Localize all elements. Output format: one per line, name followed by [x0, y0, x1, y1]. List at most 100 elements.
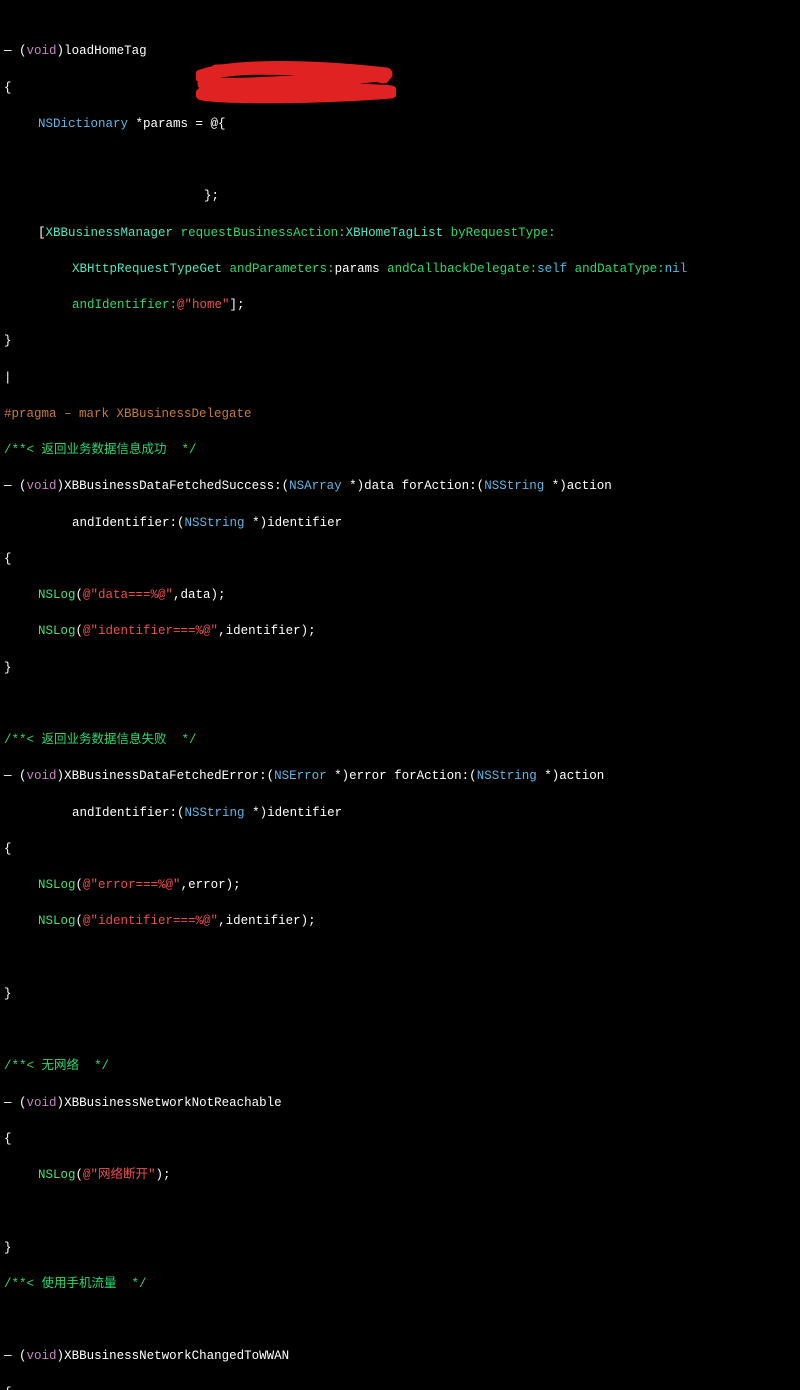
code-line: }; — [4, 187, 796, 205]
code-line: { — [4, 1130, 796, 1148]
cursor: | — [4, 371, 12, 385]
selector: byRequestType: — [451, 226, 556, 240]
keyword-self: self — [537, 262, 567, 276]
code-line: /**< 返回业务数据信息失败 */ — [4, 731, 796, 749]
dash: — — [4, 479, 19, 493]
code-line: XBHttpRequestTypeGet andParameters:param… — [4, 260, 796, 278]
string-literal: @"identifier===%@" — [83, 914, 218, 928]
paren: ( — [76, 878, 84, 892]
dash: — — [4, 1096, 19, 1110]
enum: XBHomeTagList — [346, 226, 444, 240]
code-line: — (void)loadHomeTag — [4, 42, 796, 60]
text: ,identifier); — [218, 914, 316, 928]
text: ]; — [230, 298, 245, 312]
code-line: — (void)XBBusinessDataFetchedError:(NSEr… — [4, 767, 796, 785]
selector: andParameters: — [230, 262, 335, 276]
text: *params = @{ — [128, 117, 226, 131]
code-line: /**< 返回业务数据信息成功 */ — [4, 441, 796, 459]
code-line: { — [4, 79, 796, 97]
keyword-void: void — [27, 769, 57, 783]
selector: andCallbackDelegate: — [387, 262, 537, 276]
comment: /**< 返回业务数据信息失败 */ — [4, 733, 197, 747]
code-line — [4, 151, 796, 169]
method-name: XBBusinessDataFetchedError: — [64, 769, 267, 783]
code-line: NSLog(@"data===%@",data); — [4, 586, 796, 604]
code-editor: — (void)loadHomeTag { NSDictionary *para… — [0, 0, 800, 1390]
brace: } — [4, 1241, 12, 1255]
code-line: { — [4, 1384, 796, 1390]
brace: } — [4, 334, 12, 348]
code-line: /**< 使用手机流量 */ — [4, 1275, 796, 1293]
code-line: /**< 无网络 */ — [4, 1057, 796, 1075]
type-nsdictionary: NSDictionary — [38, 117, 128, 131]
dash: — — [4, 1349, 19, 1363]
text: params — [335, 262, 388, 276]
selector: forAction: — [394, 769, 469, 783]
param: *)action — [544, 479, 612, 493]
type-nsstring: NSString — [477, 769, 537, 783]
selector: requestBusinessAction: — [181, 226, 346, 240]
paren: ( — [19, 44, 27, 58]
param: *)identifier — [245, 806, 343, 820]
paren: ( — [76, 1168, 84, 1182]
paren: ( — [19, 1349, 27, 1363]
code-line: | — [4, 369, 796, 387]
code-line: } — [4, 332, 796, 350]
paren: ) — [57, 479, 65, 493]
paren: ( — [19, 769, 27, 783]
keyword-void: void — [27, 1349, 57, 1363]
paren: ( — [76, 914, 84, 928]
param: *)identifier — [245, 516, 343, 530]
code-line: { — [4, 550, 796, 568]
method-name: XBBusinessNetworkNotReachable — [64, 1096, 282, 1110]
string-literal: @"home" — [177, 298, 230, 312]
selector: andDataType: — [575, 262, 665, 276]
brace: { — [4, 842, 12, 856]
space — [567, 262, 575, 276]
comment: /**< 返回业务数据信息成功 */ — [4, 443, 197, 457]
bracket: [ — [38, 226, 46, 240]
string-literal: @"identifier===%@" — [83, 624, 218, 638]
code-line: andIdentifier:(NSString *)identifier — [4, 804, 796, 822]
paren: ) — [57, 44, 65, 58]
keyword-void: void — [27, 44, 57, 58]
method-name: loadHomeTag — [64, 44, 147, 58]
space — [222, 262, 230, 276]
fn-nslog: NSLog — [38, 914, 76, 928]
paren: ) — [57, 1096, 65, 1110]
blank-line — [4, 949, 796, 967]
code-line: #pragma – mark XBBusinessDelegate — [4, 405, 796, 423]
code-line: NSDictionary *params = @{ — [4, 115, 796, 133]
brace: } — [4, 661, 12, 675]
code-line: — (void)XBBusinessNetworkNotReachable — [4, 1094, 796, 1112]
code-line: NSLog(@"identifier===%@",identifier); — [4, 912, 796, 930]
fn-nslog: NSLog — [38, 878, 76, 892]
param: *)data — [342, 479, 402, 493]
text: ,identifier); — [218, 624, 316, 638]
type-nsstring: NSString — [484, 479, 544, 493]
pragma: #pragma – mark XBBusinessDelegate — [4, 407, 252, 421]
fn-nslog: NSLog — [38, 624, 76, 638]
brace: { — [4, 81, 12, 95]
type-nsstring: NSString — [185, 516, 245, 530]
code-line: } — [4, 659, 796, 677]
brace: { — [4, 1386, 12, 1390]
keyword-void: void — [27, 1096, 57, 1110]
text: ); — [156, 1168, 171, 1182]
method-name: XBBusinessNetworkChangedToWWAN — [64, 1349, 289, 1363]
method-name: XBBusinessDataFetchedSuccess: — [64, 479, 282, 493]
code-line: andIdentifier:(NSString *)identifier — [4, 514, 796, 532]
space — [443, 226, 451, 240]
code-line: NSLog(@"error===%@",error); — [4, 876, 796, 894]
type-nsarray: NSArray — [289, 479, 342, 493]
code-line: — (void)XBBusinessNetworkChangedToWWAN — [4, 1347, 796, 1365]
type-nserror: NSError — [274, 769, 327, 783]
code-line: — (void)XBBusinessDataFetchedSuccess:(NS… — [4, 477, 796, 495]
text: }; — [204, 189, 219, 203]
code-line: [XBBusinessManager requestBusinessAction… — [4, 224, 796, 242]
code-line: } — [4, 985, 796, 1003]
paren: ( — [19, 1096, 27, 1110]
class-name: XBBusinessManager — [46, 226, 174, 240]
brace: } — [4, 987, 12, 1001]
param: *)action — [537, 769, 605, 783]
